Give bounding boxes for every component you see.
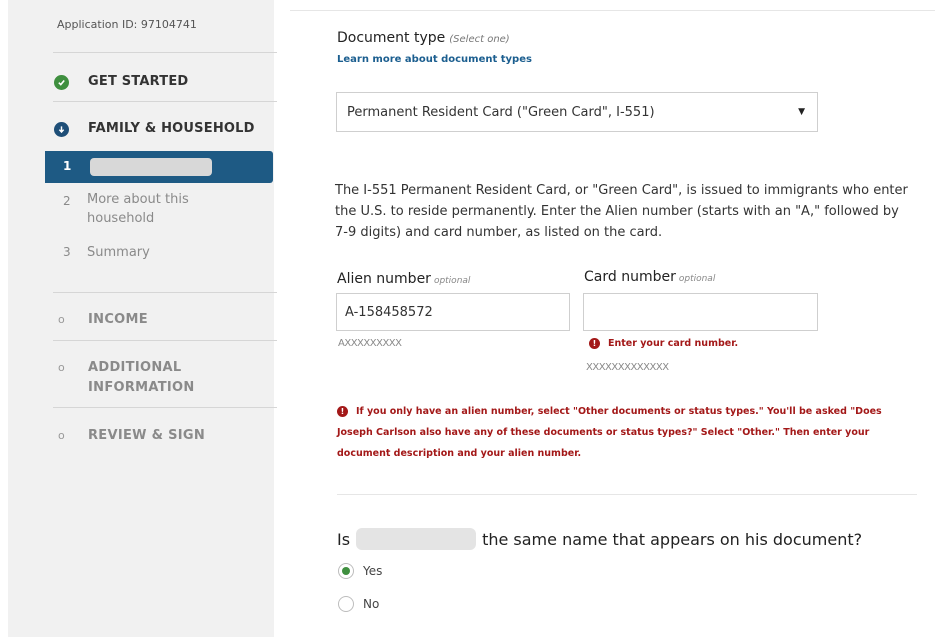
redacted-name: [356, 528, 477, 550]
substep-1-active[interactable]: 1: [45, 151, 273, 183]
document-type-label: Document type (Select one): [337, 30, 510, 46]
document-type-title: Document type: [337, 30, 446, 46]
sidebar-item-get-started[interactable]: GET STARTED: [8, 73, 274, 91]
error-icon: !: [337, 406, 348, 417]
alien-number-warning-text: If you only have an alien number, select…: [337, 406, 882, 459]
application-id: Application ID: 97104741: [57, 18, 197, 31]
substep-number: 3: [63, 245, 71, 259]
optional-hint: optional: [678, 274, 716, 284]
radio-yes[interactable]: [338, 563, 354, 579]
checkmark-icon: [54, 75, 69, 90]
arrow-down-icon: [54, 122, 69, 137]
card-number-input[interactable]: [583, 293, 818, 331]
alien-number-value: A-158458572: [345, 304, 433, 320]
card-number-title: Card number: [584, 269, 676, 285]
substep-number: 2: [63, 194, 71, 208]
dropdown-caret-icon: ▼: [798, 107, 805, 117]
sidebar-divider: [53, 292, 277, 293]
sidebar-item-label: FAMILY & HOUSEHOLD: [88, 121, 255, 136]
name-match-question: Is the same name that appears on his doc…: [337, 528, 862, 550]
question-suffix: the same name that appears on his docume…: [482, 529, 863, 549]
alien-number-warning: ! If you only have an alien number, selec…: [337, 401, 917, 464]
circle-icon: o: [58, 361, 65, 374]
sidebar-divider: [53, 52, 277, 53]
optional-hint: optional: [433, 276, 471, 286]
redacted-name: [90, 158, 212, 176]
alien-number-format-hint: AXXXXXXXXX: [338, 338, 402, 349]
card-number-format-hint: XXXXXXXXXXXXX: [586, 362, 669, 373]
sidebar-item-review-sign[interactable]: o REVIEW & SIGN: [8, 426, 274, 446]
document-description: The I-551 Permanent Resident Card, or "G…: [335, 183, 908, 240]
sidebar-item-label: GET STARTED: [88, 74, 189, 89]
sidebar-item-family-household[interactable]: FAMILY & HOUSEHOLD: [8, 120, 274, 138]
option-yes[interactable]: Yes: [338, 563, 382, 579]
top-divider: [290, 10, 935, 11]
substep-label-line: More about this: [87, 192, 189, 207]
sidebar-item-income[interactable]: o INCOME: [8, 310, 274, 330]
learn-more-document-types-link[interactable]: Learn more about document types: [337, 54, 532, 65]
question-prefix: Is: [337, 529, 351, 549]
card-number-label: Card number optional: [584, 269, 715, 285]
section-divider: [337, 494, 917, 495]
sidebar-item-additional-information[interactable]: o ADDITIONAL INFORMATION: [8, 358, 274, 398]
sidebar-item-label: INCOME: [88, 312, 148, 327]
substep-number: 1: [63, 159, 72, 173]
card-number-error-text: Enter your card number.: [608, 338, 739, 349]
sidebar-divider: [53, 101, 277, 102]
document-type-select[interactable]: Permanent Resident Card ("Green Card", I…: [336, 92, 818, 132]
sidebar-item-label-line: ADDITIONAL: [88, 360, 182, 375]
option-yes-label: Yes: [363, 564, 383, 578]
option-no-label: No: [363, 597, 380, 611]
select-one-hint: (Select one): [449, 34, 510, 45]
alien-number-label: Alien number optional: [337, 271, 470, 287]
card-number-error: ! Enter your card number.: [589, 338, 738, 349]
substep-2-more-about-household[interactable]: 2 More about this household: [45, 190, 273, 230]
radio-no[interactable]: [338, 596, 354, 612]
sidebar-item-label: ADDITIONAL INFORMATION: [88, 358, 195, 398]
circle-icon: o: [58, 313, 65, 326]
circle-icon: o: [58, 429, 65, 442]
sidebar-nav: Application ID: 97104741 GET STARTED FAM…: [8, 0, 277, 637]
substep-label-line: household: [87, 211, 155, 226]
select-value: Permanent Resident Card ("Green Card", I…: [347, 104, 655, 120]
substep-label: Summary: [87, 245, 150, 260]
option-no[interactable]: No: [338, 596, 379, 612]
sidebar-item-label-line: INFORMATION: [88, 380, 195, 395]
sidebar-divider: [53, 407, 277, 408]
sidebar-divider: [53, 340, 277, 341]
substep-label: More about this household: [87, 190, 189, 228]
alien-number-input[interactable]: A-158458572: [336, 293, 570, 331]
alien-number-title: Alien number: [337, 271, 431, 287]
substep-3-summary[interactable]: 3 Summary: [45, 243, 273, 265]
error-icon: !: [589, 338, 600, 349]
sidebar-item-label: REVIEW & SIGN: [88, 428, 206, 443]
